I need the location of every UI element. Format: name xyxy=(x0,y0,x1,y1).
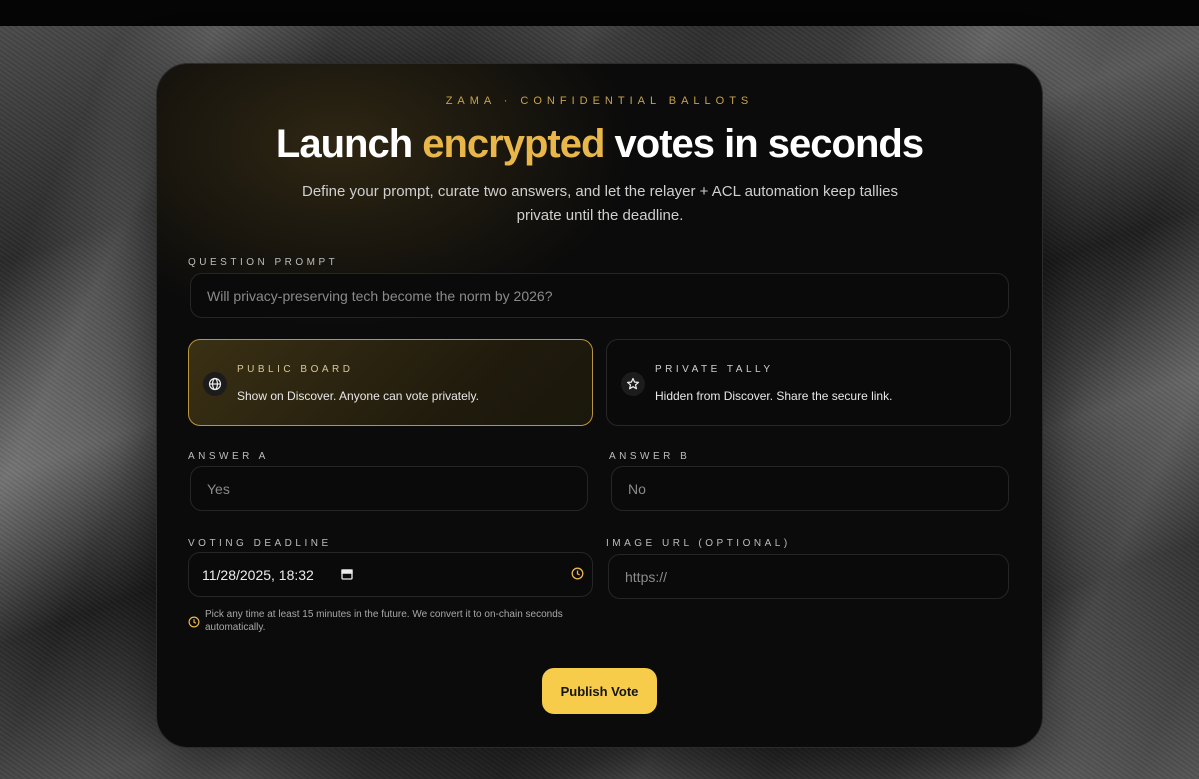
deadline-input[interactable]: 11/28/2025, 18:32 xyxy=(188,552,593,597)
answer-a-input[interactable]: Yes xyxy=(190,466,588,511)
private-tally-description: Hidden from Discover. Share the secure l… xyxy=(655,389,893,403)
browser-top-bar xyxy=(0,0,1199,26)
deadline-value: 11/28/2025, 18:32 xyxy=(202,567,314,583)
globe-icon xyxy=(203,372,227,396)
title-part-1: Launch xyxy=(275,122,423,166)
image-url-input[interactable]: https:// xyxy=(608,554,1009,599)
private-tally-title: PRIVATE TALLY xyxy=(655,364,774,375)
calendar-icon[interactable] xyxy=(341,567,353,585)
deadline-hint: Pick any time at least 15 minutes in the… xyxy=(205,609,563,633)
public-board-option[interactable]: PUBLIC BOARD Show on Discover. Anyone ca… xyxy=(188,339,593,426)
answer-b-label: ANSWER B xyxy=(609,451,691,462)
page-subtitle: Define your prompt, curate two answers, … xyxy=(301,183,898,224)
title-accent: encrypted xyxy=(422,122,605,166)
image-url-label: IMAGE URL (OPTIONAL) xyxy=(606,538,791,549)
question-input[interactable]: Will privacy-preserving tech become the … xyxy=(190,273,1009,318)
private-tally-option[interactable]: PRIVATE TALLY Hidden from Discover. Shar… xyxy=(606,339,1011,426)
publish-vote-button[interactable]: Publish Vote xyxy=(542,668,657,714)
hint-clock-icon xyxy=(188,615,200,633)
page-title: Launch encrypted votes in seconds xyxy=(0,122,1199,167)
star-icon xyxy=(621,372,645,396)
public-board-description: Show on Discover. Anyone can vote privat… xyxy=(237,389,479,403)
clock-icon xyxy=(571,567,584,585)
public-board-title: PUBLIC BOARD xyxy=(237,364,354,375)
answer-a-label: ANSWER A xyxy=(188,451,269,462)
title-part-2: votes in seconds xyxy=(604,122,925,166)
answer-b-input[interactable]: No xyxy=(611,466,1009,511)
question-label: QUESTION PROMPT xyxy=(188,257,339,268)
eyebrow-text: ZAMA · CONFIDENTIAL BALLOTS xyxy=(445,95,754,107)
deadline-label: VOTING DEADLINE xyxy=(188,538,332,549)
